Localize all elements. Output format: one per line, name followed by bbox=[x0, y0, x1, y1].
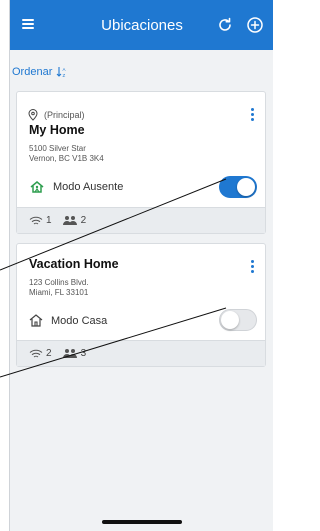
users-stat: 3 bbox=[62, 348, 86, 359]
header-bar: Ubicaciones bbox=[10, 0, 273, 50]
primary-tag-row: (Principal) bbox=[28, 109, 85, 121]
more-options-icon[interactable] bbox=[251, 260, 255, 274]
more-options-icon[interactable] bbox=[251, 108, 255, 122]
sort-label: Ordenar bbox=[12, 66, 53, 78]
wifi-stat: 2 bbox=[29, 348, 52, 359]
refresh-icon[interactable] bbox=[216, 16, 234, 34]
address-line-1: 123 Collins Blvd. bbox=[29, 278, 89, 287]
home-indicator bbox=[102, 520, 182, 524]
wifi-icon bbox=[29, 216, 43, 224]
card-footer: 1 2 bbox=[17, 207, 265, 233]
svg-text:Z: Z bbox=[63, 73, 66, 78]
location-card[interactable]: Vacation Home 123 Collins Blvd. Miami, F… bbox=[16, 243, 266, 367]
address-line-1: 5100 Silver Star bbox=[29, 144, 86, 153]
mode-row: Modo Casa bbox=[29, 314, 107, 327]
sort-icon: A Z bbox=[56, 67, 66, 78]
mode-toggle[interactable] bbox=[219, 309, 257, 331]
wifi-icon bbox=[29, 349, 43, 357]
location-name: My Home bbox=[29, 123, 85, 137]
location-pin-icon bbox=[28, 109, 38, 121]
location-name: Vacation Home bbox=[29, 257, 119, 271]
mode-label: Modo Ausente bbox=[53, 181, 124, 193]
svg-text:A: A bbox=[63, 67, 66, 72]
address-line-2: Vernon, BC V1B 3K4 bbox=[29, 154, 104, 163]
users-icon bbox=[62, 349, 77, 358]
home-mode-icon bbox=[29, 314, 43, 327]
mode-row: Modo Ausente bbox=[29, 180, 123, 194]
users-stat: 2 bbox=[62, 215, 86, 226]
address-line-2: Miami, FL 33101 bbox=[29, 288, 89, 297]
location-card[interactable]: (Principal) My Home 5100 Silver Star Ver… bbox=[16, 91, 266, 234]
mode-toggle[interactable] bbox=[219, 176, 257, 198]
away-mode-icon bbox=[30, 181, 44, 193]
wifi-stat: 1 bbox=[29, 215, 52, 226]
card-footer: 2 3 bbox=[17, 340, 265, 366]
users-icon bbox=[62, 216, 77, 225]
app-screen: Ubicaciones Ordenar A Z (Principal) My H… bbox=[9, 0, 273, 531]
mode-label: Modo Casa bbox=[51, 314, 108, 327]
add-circle-icon[interactable] bbox=[246, 16, 264, 34]
primary-tag: (Principal) bbox=[44, 110, 85, 120]
sort-button[interactable]: Ordenar A Z bbox=[12, 66, 68, 78]
